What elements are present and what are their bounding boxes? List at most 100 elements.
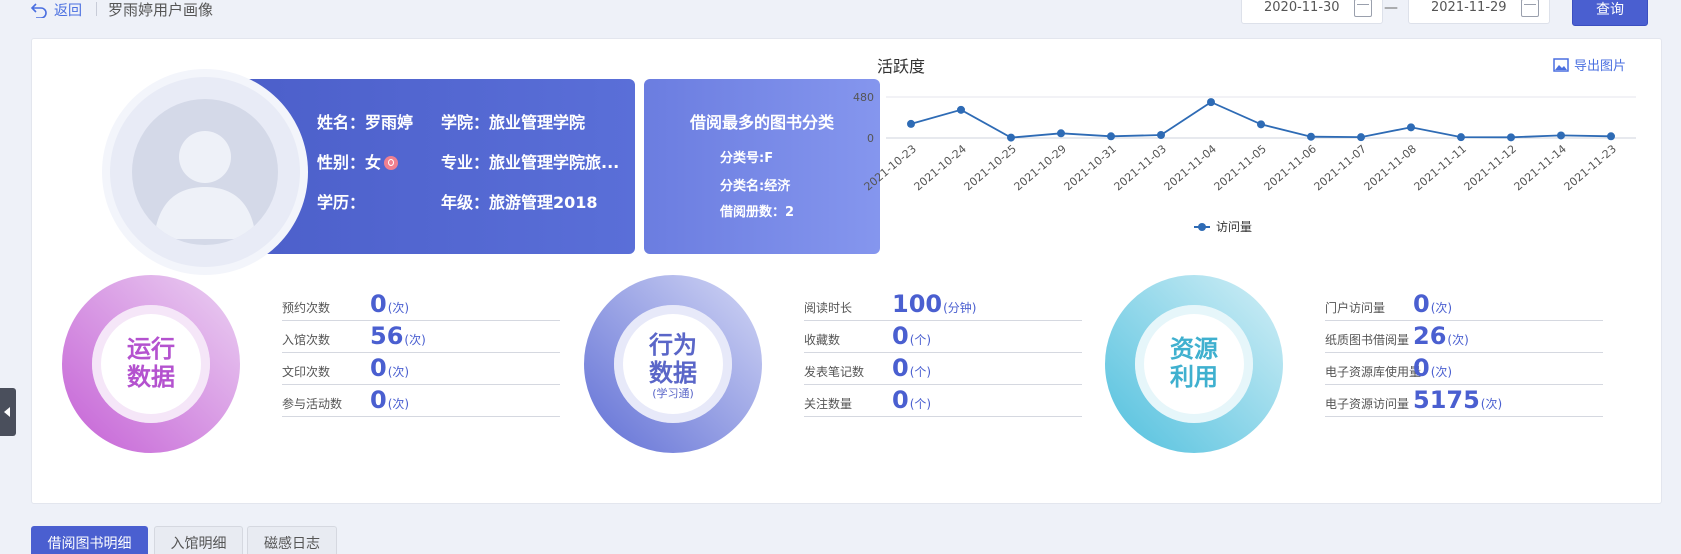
group-title-line2: 利用: [1170, 363, 1218, 391]
group-subtitle: (学习通): [652, 387, 694, 400]
x-tick-label: 2021-11-11: [1412, 142, 1469, 193]
image-icon: [1553, 57, 1569, 72]
stat-label: 文印次数: [282, 365, 331, 379]
stat-value: 5175(次): [1413, 386, 1503, 414]
series-line: [910, 101, 1612, 139]
group-title: 运行 数据: [62, 335, 240, 391]
stat-label: 收藏数: [804, 333, 841, 347]
stat-unit: (次): [387, 397, 410, 411]
stat-row: 参与活动数 0(次): [282, 383, 560, 417]
stat-value: 0(次): [1413, 290, 1453, 318]
stat-unit: (个): [909, 333, 932, 347]
sidebar-collapse-handle[interactable]: [0, 388, 16, 436]
user-silhouette-icon: [154, 131, 256, 239]
x-tick-label: 2021-10-31: [1062, 142, 1119, 193]
end-date-value: 2021-11-29: [1431, 0, 1507, 15]
x-tick-label: 2021-11-07: [1312, 142, 1369, 193]
stat-label: 阅读时长: [804, 301, 853, 315]
stat-row: 收藏数 0(个): [804, 319, 1082, 353]
stat-value: 0(个): [892, 386, 932, 414]
stat-unit: (次): [1480, 397, 1503, 411]
legend-label: 访问量: [1216, 220, 1252, 234]
stat-unit: (次): [387, 301, 410, 315]
y-tick-label: 480: [853, 91, 874, 104]
calendar-icon[interactable]: [1354, 0, 1372, 17]
data-point: [1257, 120, 1265, 129]
undo-icon: [30, 3, 47, 18]
group-title-line1: 资源: [1170, 335, 1218, 363]
back-label: 返回: [54, 3, 82, 19]
stat-label: 关注数量: [804, 397, 853, 411]
stat-value: 0(次): [370, 290, 410, 318]
profile-name: 姓名：罗雨婷: [317, 113, 414, 132]
stat-row: 阅读时长 100(分钟): [804, 287, 1082, 321]
x-tick-label: 2021-10-24: [912, 142, 969, 193]
data-point: [1307, 132, 1315, 141]
x-tick-label: 2021-11-06: [1262, 142, 1319, 193]
data-point: [907, 119, 915, 128]
tab[interactable]: 磁感日志: [247, 526, 337, 554]
activity-line-chart: 48002021-10-232021-10-242021-10-252021-1…: [853, 91, 1636, 234]
page-title: 罗雨婷用户画像: [108, 1, 214, 19]
stat-label: 发表笔记数: [804, 365, 865, 379]
stat-value: 0(次): [370, 386, 410, 414]
legend-marker: [1198, 223, 1206, 231]
stat-value: 56(次): [370, 322, 426, 350]
data-point: [957, 105, 965, 114]
query-button[interactable]: 查询: [1572, 0, 1648, 26]
data-point: [1157, 131, 1165, 140]
tab[interactable]: 借阅图书明细: [31, 526, 148, 554]
group-title: 资源 利用: [1105, 335, 1283, 391]
stat-value: 100(分钟): [892, 290, 977, 318]
stat-unit: (个): [909, 365, 932, 379]
stat-value: 0(次): [1413, 354, 1453, 382]
start-date-value: 2020-11-30: [1264, 0, 1340, 15]
stat-unit: (次): [1447, 333, 1469, 347]
avatar: [110, 77, 300, 267]
date-range-separator: —: [1384, 0, 1398, 16]
x-tick-label: 2021-11-03: [1112, 142, 1169, 193]
tab[interactable]: 入馆明细: [154, 526, 243, 554]
stat-label: 纸质图书借阅量: [1325, 333, 1410, 347]
group-title-line2: 数据: [127, 363, 175, 391]
profile-major: 专业：旅业管理学院旅...: [441, 153, 620, 172]
stat-value: 0(个): [892, 354, 932, 382]
x-tick-label: 2021-11-05: [1212, 142, 1269, 193]
group-title-line2: 数据: [649, 359, 697, 387]
data-point: [1457, 133, 1465, 142]
stat-unit: (次): [387, 365, 410, 379]
back-button[interactable]: 返回: [30, 0, 82, 20]
data-point: [1407, 123, 1415, 132]
stat-unit: (次): [404, 333, 426, 347]
stat-row: 纸质图书借阅量 26(次): [1325, 319, 1603, 353]
profile-grade: 年级：旅游管理2018: [441, 193, 598, 212]
donut-ring: 行为 数据 (学习通): [584, 275, 762, 453]
donut-ring: 资源 利用: [1105, 275, 1283, 453]
stat-row: 关注数量 0(个): [804, 383, 1082, 417]
group-title: 行为 数据 (学习通): [584, 331, 762, 400]
stat-row: 电子资源库使用量 0(次): [1325, 351, 1603, 385]
data-point: [1007, 133, 1015, 142]
data-point: [1107, 132, 1115, 141]
stat-label: 电子资源库使用量: [1325, 365, 1422, 379]
x-tick-label: 2021-11-04: [1162, 142, 1219, 193]
start-date-input[interactable]: 2020-11-30: [1241, 0, 1383, 24]
chart-title: 活跃度: [877, 57, 926, 76]
end-date-input[interactable]: 2021-11-29: [1408, 0, 1550, 24]
group-title-line1: 运行: [127, 335, 175, 363]
profile-gender: 性别：女: [317, 149, 399, 173]
category-name: 分类名:经济: [720, 179, 791, 194]
export-image-button[interactable]: 导出图片: [1553, 55, 1626, 74]
stat-label: 参与活动数: [282, 397, 343, 411]
stat-unit: (次): [1430, 301, 1453, 315]
data-point: [1207, 98, 1215, 107]
calendar-icon[interactable]: [1521, 0, 1539, 17]
data-point: [1057, 129, 1065, 138]
data-point: [1607, 132, 1615, 141]
data-point: [1557, 131, 1565, 140]
stat-row: 预约次数 0(次): [282, 287, 560, 321]
female-icon: [384, 156, 399, 170]
stat-unit: (分钟): [943, 301, 977, 315]
stat-value: 0(个): [892, 322, 932, 350]
stat-unit: (次): [1430, 365, 1453, 379]
